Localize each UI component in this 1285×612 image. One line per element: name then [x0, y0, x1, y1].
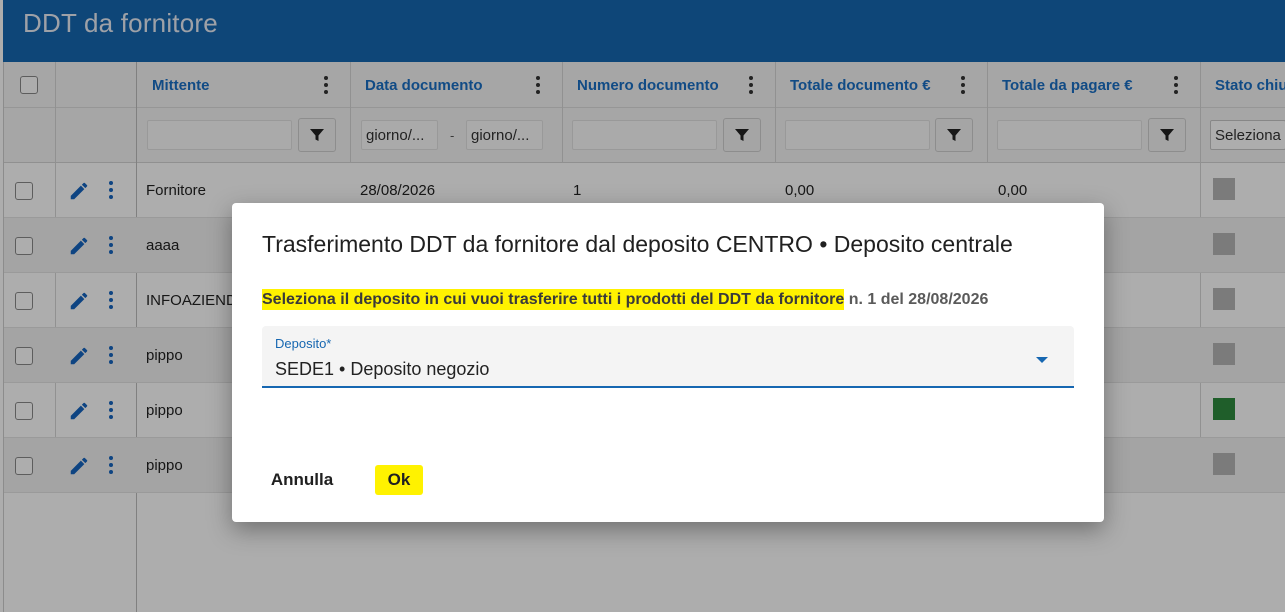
deposito-select-value: SEDE1 • Deposito negozio [275, 359, 490, 379]
ok-button[interactable]: Ok [375, 465, 423, 495]
cancel-button[interactable]: Annulla [264, 465, 340, 495]
deposito-select-label: Deposito* [275, 336, 332, 351]
dialog-message-document-ref: n. 1 del 28/08/2026 [844, 291, 989, 308]
dialog-message-highlighted: Seleziona il deposito in cui vuoi trasfe… [262, 289, 845, 310]
dialog-title: Trasferimento DDT da fornitore dal depos… [262, 231, 1013, 257]
transfer-dialog: Trasferimento DDT da fornitore dal depos… [232, 203, 1104, 522]
dialog-message: Seleziona il deposito in cui vuoi trasfe… [262, 289, 989, 310]
deposito-select[interactable]: Deposito* SEDE1 • Deposito negozio [262, 326, 1074, 388]
dropdown-arrow-icon[interactable] [1036, 357, 1048, 363]
